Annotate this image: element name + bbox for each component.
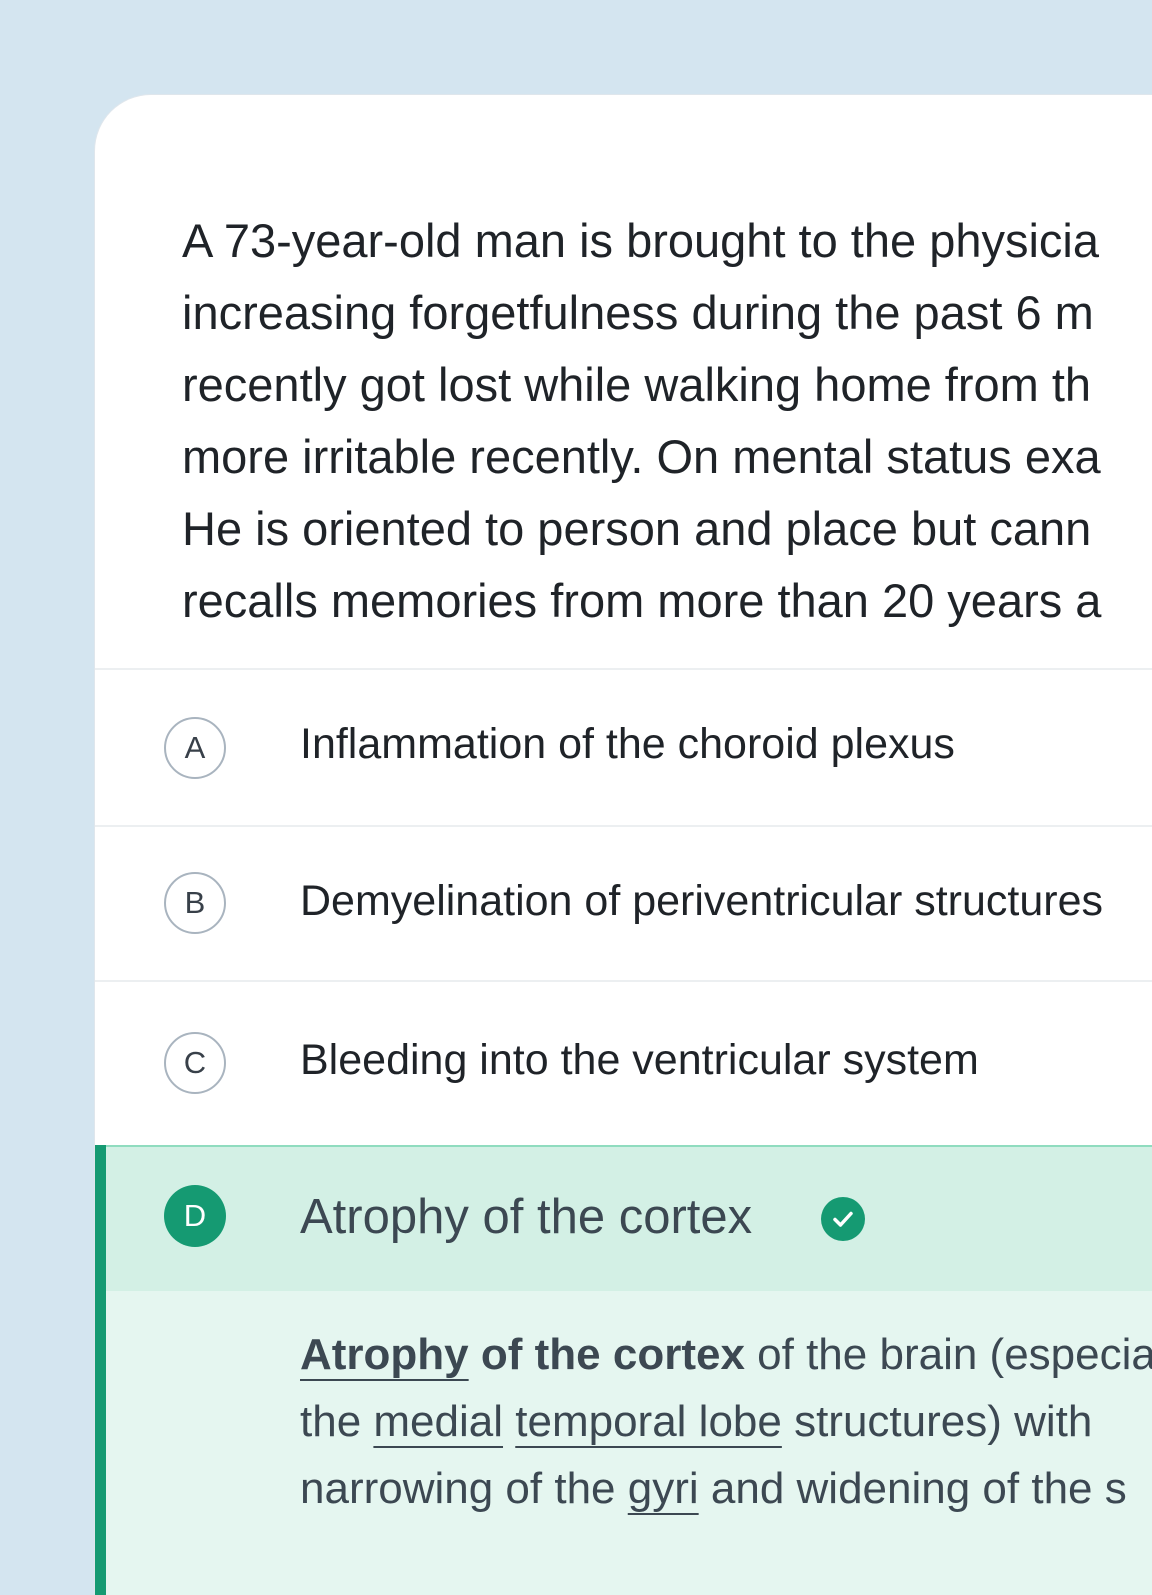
explanation-text: narrowing of the [300, 1464, 628, 1513]
explanation-text [503, 1397, 515, 1446]
check-circle-icon [821, 1197, 865, 1241]
explanation-link-temporal-lobe[interactable]: temporal lobe [515, 1397, 782, 1446]
explanation-text: structures) with [781, 1397, 1093, 1446]
stem-line: more irritable recently. On mental statu… [182, 430, 1101, 483]
stem-line: He is oriented to person and place but c… [182, 502, 1092, 555]
explanation-line: the medial temporal lobe structures) wit… [300, 1388, 1152, 1455]
stem-line: recalls memories from more than 20 years… [182, 574, 1102, 627]
option-label: Demyelination of periventricular structu… [300, 877, 1103, 925]
explanation-link-medial[interactable]: medial [373, 1397, 503, 1446]
option-letter-badge: D [164, 1185, 226, 1247]
answer-option-a[interactable]: A Inflammation of the choroid plexus [95, 668, 1152, 827]
correct-answer-accent-bar [95, 1145, 106, 1595]
explanation-text: of the brain (especial [744, 1330, 1152, 1379]
question-stem: A 73-year-old man is brought to the phys… [182, 205, 1152, 637]
question-card: A 73-year-old man is brought to the phys… [95, 95, 1152, 1595]
answer-option-b[interactable]: B Demyelination of periventricular struc… [95, 825, 1152, 982]
option-letter-badge: B [164, 872, 226, 934]
explanation-bold-text: of the cortex [468, 1330, 745, 1379]
answer-explanation: Atrophy of the cortex of the brain (espe… [95, 1291, 1152, 1595]
option-letter-badge: A [164, 717, 226, 779]
answer-option-c[interactable]: C Bleeding into the ventricular system [95, 980, 1152, 1147]
explanation-link-atrophy[interactable]: Atrophy [300, 1330, 469, 1379]
explanation-line: narrowing of the gyri and widening of th… [300, 1455, 1152, 1522]
stem-line: A 73-year-old man is brought to the phys… [182, 214, 1100, 267]
option-letter-badge: C [164, 1032, 226, 1094]
explanation-text: the [300, 1397, 374, 1446]
option-label: Bleeding into the ventricular system [300, 1036, 979, 1084]
explanation-line: Atrophy of the cortex of the brain (espe… [300, 1321, 1152, 1388]
explanation-link-gyri[interactable]: gyri [628, 1464, 699, 1513]
answer-option-d-selected[interactable]: D Atrophy of the cortex [95, 1145, 1152, 1293]
explanation-text: and widening of the s [698, 1464, 1127, 1513]
stem-line: recently got lost while walking home fro… [182, 358, 1092, 411]
option-label: Atrophy of the cortex [300, 1190, 753, 1244]
option-label: Inflammation of the choroid plexus [300, 720, 955, 768]
stem-line: increasing forgetfulness during the past… [182, 286, 1094, 339]
